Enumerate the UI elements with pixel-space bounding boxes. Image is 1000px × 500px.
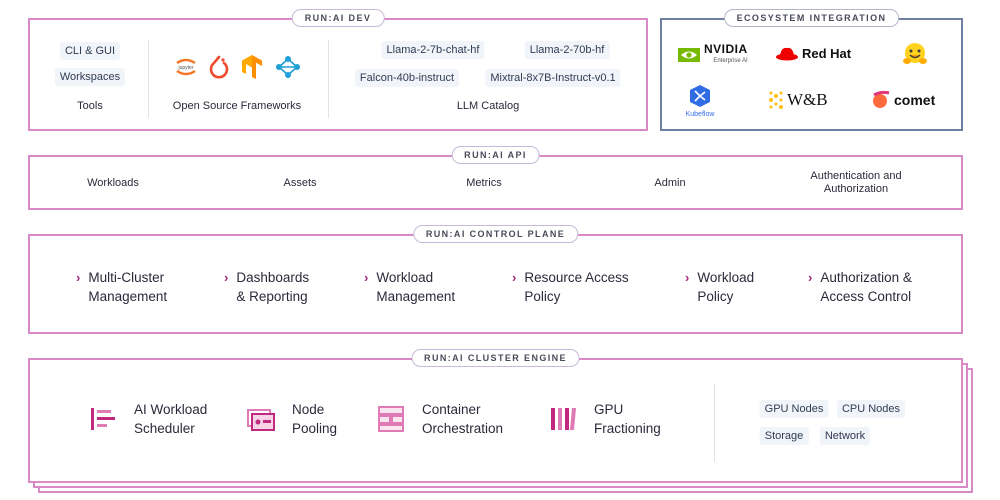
tensorflow-icon bbox=[240, 53, 264, 81]
cp-item-workload-policy: › Workload Policy bbox=[685, 268, 754, 306]
cp-item-label: Dashboards & Reporting bbox=[236, 270, 310, 304]
resource-storage[interactable]: Storage bbox=[759, 427, 809, 445]
nvidia-wordmark: NVIDIA bbox=[704, 42, 748, 56]
wandb-dots-icon bbox=[769, 91, 783, 109]
cp-item-label: Resource Access Policy bbox=[524, 270, 629, 304]
ecosystem-panel: ECOSYSTEM INTEGRATION NVIDIA Enterprise … bbox=[660, 9, 963, 131]
divider bbox=[148, 40, 149, 118]
llm-model[interactable]: Llama-2-7b-chat-hf bbox=[381, 41, 485, 59]
llm-model[interactable]: Mixtral-8x7B-Instruct-v0.1 bbox=[485, 69, 621, 87]
comet-logo: comet bbox=[871, 90, 935, 110]
api-admin: Admin bbox=[654, 177, 686, 189]
engine-item-node-pooling: Node Pooling bbox=[246, 400, 337, 438]
runai-api-title: RUN:AI API bbox=[451, 146, 540, 164]
resource-gpu-nodes[interactable]: GPU Nodes bbox=[759, 400, 829, 418]
api-metrics: Metrics bbox=[466, 177, 502, 189]
chevron-right-icon: › bbox=[224, 270, 229, 285]
ecosystem-title: ECOSYSTEM INTEGRATION bbox=[723, 9, 900, 27]
divider bbox=[328, 40, 329, 118]
api-authentication: Authentication and Authorization bbox=[810, 170, 902, 195]
tool-cli-gui[interactable]: CLI & GUI bbox=[59, 42, 121, 60]
engine-item-gpu-fractioning: GPU Fractioning bbox=[548, 400, 661, 438]
api-assets: Assets bbox=[283, 177, 317, 189]
llm-catalog-label: LLM Catalog bbox=[456, 100, 520, 112]
kubeflow-wordmark: Kubeflow bbox=[685, 111, 715, 118]
redhat-logo: Red Hat bbox=[775, 45, 851, 61]
huggingface-icon bbox=[902, 42, 928, 71]
nvidia-logo: NVIDIA Enterprise AI bbox=[678, 42, 748, 66]
runai-api-panel: RUN:AI API Workloads Assets Metrics Admi… bbox=[28, 146, 963, 210]
cp-item-label: Workload Policy bbox=[697, 270, 755, 304]
cp-item-workload-management: › Workload Management bbox=[364, 268, 455, 306]
nvidia-subtext: Enterprise AI bbox=[713, 58, 748, 64]
runai-dev-panel: RUN:AI DEV CLI & GUI Workspaces Tools ju… bbox=[28, 9, 648, 131]
scheduler-icon bbox=[91, 408, 115, 430]
resource-cpu-nodes[interactable]: CPU Nodes bbox=[836, 400, 906, 418]
tool-workspaces[interactable]: Workspaces bbox=[54, 68, 126, 86]
cp-item-label: Authorization & Access Control bbox=[820, 270, 912, 304]
api-workloads: Workloads bbox=[87, 177, 139, 189]
redhat-wordmark: Red Hat bbox=[802, 45, 852, 61]
nvidia-eye-icon bbox=[678, 48, 700, 62]
node-pooling-icon bbox=[247, 409, 275, 431]
wandb-logo: W&B bbox=[769, 90, 828, 110]
divider bbox=[714, 384, 715, 462]
llm-model[interactable]: Llama-2-70b-hf bbox=[524, 41, 610, 59]
chevron-right-icon: › bbox=[76, 270, 81, 285]
comet-wordmark: comet bbox=[894, 92, 936, 108]
engine-item-label: GPU Fractioning bbox=[594, 402, 661, 436]
control-plane-panel: RUN:AI CONTROL PLANE › Multi-Cluster Man… bbox=[28, 225, 963, 334]
engine-item-label: Container Orchestration bbox=[422, 402, 504, 436]
cluster-engine-panel: RUN:AI CLUSTER ENGINE AI Workload Schedu… bbox=[28, 349, 963, 483]
redhat-hat-icon bbox=[776, 47, 798, 61]
frameworks-label: Open Source Frameworks bbox=[172, 100, 302, 112]
svg-text:jupyter: jupyter bbox=[177, 65, 193, 71]
engine-item-container: Container Orchestration bbox=[376, 400, 503, 438]
container-icon bbox=[378, 406, 404, 432]
pytorch-icon bbox=[207, 54, 231, 80]
runai-dev-title: RUN:AI DEV bbox=[291, 9, 385, 27]
cp-item-resource-access: › Resource Access Policy bbox=[512, 268, 629, 306]
resource-network[interactable]: Network bbox=[819, 427, 871, 445]
engine-item-scheduler: AI Workload Scheduler bbox=[88, 400, 207, 438]
chevron-right-icon: › bbox=[364, 270, 369, 285]
gpu-fractioning-icon bbox=[551, 408, 576, 430]
kubeflow-icon bbox=[690, 85, 710, 107]
engine-item-label: Node Pooling bbox=[292, 402, 338, 436]
kubeflow-pipeline-icon bbox=[275, 54, 301, 80]
cp-item-dashboards: › Dashboards & Reporting bbox=[224, 268, 309, 306]
kubeflow-logo: Kubeflow bbox=[680, 84, 720, 118]
cp-item-label: Workload Management bbox=[376, 270, 456, 304]
cp-item-label: Multi-Cluster Management bbox=[88, 270, 168, 304]
control-plane-title: RUN:AI CONTROL PLANE bbox=[412, 225, 579, 243]
cp-item-authorization: › Authorization & Access Control bbox=[808, 268, 912, 306]
chevron-right-icon: › bbox=[685, 270, 690, 285]
engine-item-label: AI Workload Scheduler bbox=[134, 402, 208, 436]
cp-item-multi-cluster: › Multi-Cluster Management bbox=[76, 268, 167, 306]
chevron-right-icon: › bbox=[808, 270, 813, 285]
jupyter-icon: jupyter bbox=[175, 54, 197, 80]
chevron-right-icon: › bbox=[512, 270, 517, 285]
comet-icon bbox=[873, 90, 890, 108]
llm-model[interactable]: Falcon-40b-instruct bbox=[354, 69, 460, 87]
cluster-engine-title: RUN:AI CLUSTER ENGINE bbox=[411, 349, 580, 367]
tools-label: Tools bbox=[77, 100, 103, 112]
wandb-wordmark: W&B bbox=[787, 90, 828, 109]
